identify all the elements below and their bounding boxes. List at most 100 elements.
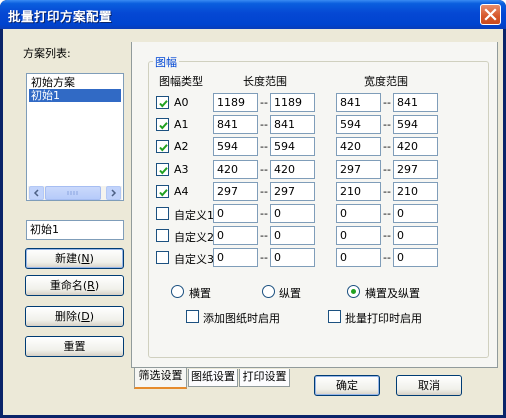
- range-separator: --: [383, 118, 391, 131]
- row-label: A2: [174, 140, 189, 153]
- row-checkbox[interactable]: [156, 229, 169, 242]
- checkmark-icon: [159, 100, 168, 108]
- length-max-field[interactable]: 0: [270, 248, 315, 267]
- width-min-field[interactable]: 297: [336, 160, 381, 179]
- scheme-listbox[interactable]: 初始方案 初始1: [26, 73, 124, 201]
- row-checkbox[interactable]: [156, 118, 169, 131]
- header-width: 宽度范围: [364, 75, 408, 88]
- row-label: 自定义3: [174, 253, 214, 266]
- length-min-field[interactable]: 841: [213, 115, 258, 134]
- radio-both-label: 横置及纵置: [365, 287, 420, 300]
- cancel-button[interactable]: 取消: [396, 375, 462, 396]
- ok-button[interactable]: 确定: [314, 375, 380, 396]
- length-max-field[interactable]: 297: [270, 182, 315, 201]
- length-min-field[interactable]: 0: [213, 248, 258, 267]
- row-label: A3: [174, 163, 189, 176]
- radio-portrait[interactable]: [262, 285, 275, 298]
- length-max-field[interactable]: 0: [270, 204, 315, 223]
- length-min-field[interactable]: 594: [213, 137, 258, 156]
- width-max-field[interactable]: 420: [393, 137, 438, 156]
- length-min-field[interactable]: 420: [213, 160, 258, 179]
- width-min-field[interactable]: 210: [336, 182, 381, 201]
- width-min-field[interactable]: 0: [336, 226, 381, 245]
- width-max-field[interactable]: 841: [393, 93, 438, 112]
- checkmark-icon: [159, 167, 168, 175]
- tab-print-settings[interactable]: 打印设置: [239, 369, 290, 387]
- row-checkbox[interactable]: [156, 185, 169, 198]
- radio-landscape[interactable]: [171, 285, 184, 298]
- range-separator: --: [260, 251, 268, 264]
- grip-icon: [67, 191, 78, 195]
- length-max-field[interactable]: 1189: [270, 93, 315, 112]
- row-checkbox[interactable]: [156, 251, 169, 264]
- length-min-field[interactable]: 0: [213, 204, 258, 223]
- tab-sheet-settings[interactable]: 图纸设置: [188, 369, 238, 387]
- reset-button[interactable]: 重置: [25, 336, 124, 357]
- radio-selected-dot: [351, 289, 356, 294]
- range-separator: --: [260, 229, 268, 242]
- width-max-field[interactable]: 0: [393, 226, 438, 245]
- scheme-name-input[interactable]: 初始1: [26, 220, 124, 240]
- width-min-field[interactable]: 0: [336, 248, 381, 267]
- tab-filter-settings[interactable]: 筛选设置: [134, 368, 187, 389]
- scroll-right-button[interactable]: [106, 186, 121, 200]
- chevron-right-icon: [111, 189, 117, 197]
- width-max-field[interactable]: 594: [393, 115, 438, 134]
- width-min-field[interactable]: 420: [336, 137, 381, 156]
- length-max-field[interactable]: 420: [270, 160, 315, 179]
- checkmark-icon: [159, 122, 168, 130]
- range-separator: --: [383, 140, 391, 153]
- width-min-field[interactable]: 0: [336, 204, 381, 223]
- length-max-field[interactable]: 0: [270, 226, 315, 245]
- add-sheet-checkbox[interactable]: [186, 310, 199, 323]
- window-title: 批量打印方案配置: [8, 9, 113, 24]
- dialog-client: 方案列表: 初始方案 初始1 初始1 新建(N) 重命名(R) 删除(D) 重置: [3, 29, 503, 415]
- radio-portrait-label: 纵置: [279, 287, 301, 300]
- range-separator: --: [383, 163, 391, 176]
- range-separator: --: [383, 251, 391, 264]
- row-label: 自定义2: [174, 231, 214, 244]
- scroll-left-button[interactable]: [29, 186, 44, 200]
- row-checkbox[interactable]: [156, 140, 169, 153]
- row-checkbox[interactable]: [156, 207, 169, 220]
- length-min-field[interactable]: 297: [213, 182, 258, 201]
- scheme-list-label: 方案列表:: [23, 47, 71, 60]
- chevron-left-icon: [33, 189, 39, 197]
- row-checkbox[interactable]: [156, 96, 169, 109]
- length-max-field[interactable]: 841: [270, 115, 315, 134]
- width-min-field[interactable]: 594: [336, 115, 381, 134]
- range-separator: --: [383, 96, 391, 109]
- range-separator: --: [383, 229, 391, 242]
- rename-button[interactable]: 重命名(R): [25, 275, 124, 296]
- dialog-window: 批量打印方案配置 方案列表: 初始方案 初始1 初始1 新建(N) 重命名(R)…: [0, 0, 506, 418]
- row-label: 自定义1: [174, 209, 214, 222]
- delete-button[interactable]: 删除(D): [25, 306, 124, 327]
- new-button[interactable]: 新建(N): [25, 248, 124, 269]
- width-min-field[interactable]: 841: [336, 93, 381, 112]
- list-item[interactable]: 初始方案: [29, 76, 121, 89]
- radio-both[interactable]: [347, 285, 360, 298]
- width-max-field[interactable]: 0: [393, 204, 438, 223]
- horizontal-scrollbar[interactable]: [28, 186, 122, 200]
- range-separator: --: [260, 96, 268, 109]
- scroll-thumb[interactable]: [45, 186, 101, 200]
- width-max-field[interactable]: 0: [393, 248, 438, 267]
- batch-print-checkbox[interactable]: [328, 310, 341, 323]
- range-separator: --: [383, 207, 391, 220]
- length-min-field[interactable]: 1189: [213, 93, 258, 112]
- list-item-selected[interactable]: 初始1: [29, 89, 121, 102]
- range-separator: --: [260, 207, 268, 220]
- row-label: A0: [174, 96, 189, 109]
- add-sheet-label: 添加图纸时启用: [203, 312, 280, 325]
- width-max-field[interactable]: 297: [393, 160, 438, 179]
- length-max-field[interactable]: 594: [270, 137, 315, 156]
- group-title: 图幅: [153, 54, 179, 70]
- range-separator: --: [383, 185, 391, 198]
- close-button[interactable]: [480, 4, 501, 25]
- row-checkbox[interactable]: [156, 163, 169, 176]
- radio-landscape-label: 横置: [189, 287, 211, 300]
- row-label: A4: [174, 185, 189, 198]
- length-min-field[interactable]: 0: [213, 226, 258, 245]
- title-bar[interactable]: 批量打印方案配置: [0, 0, 506, 29]
- width-max-field[interactable]: 210: [393, 182, 438, 201]
